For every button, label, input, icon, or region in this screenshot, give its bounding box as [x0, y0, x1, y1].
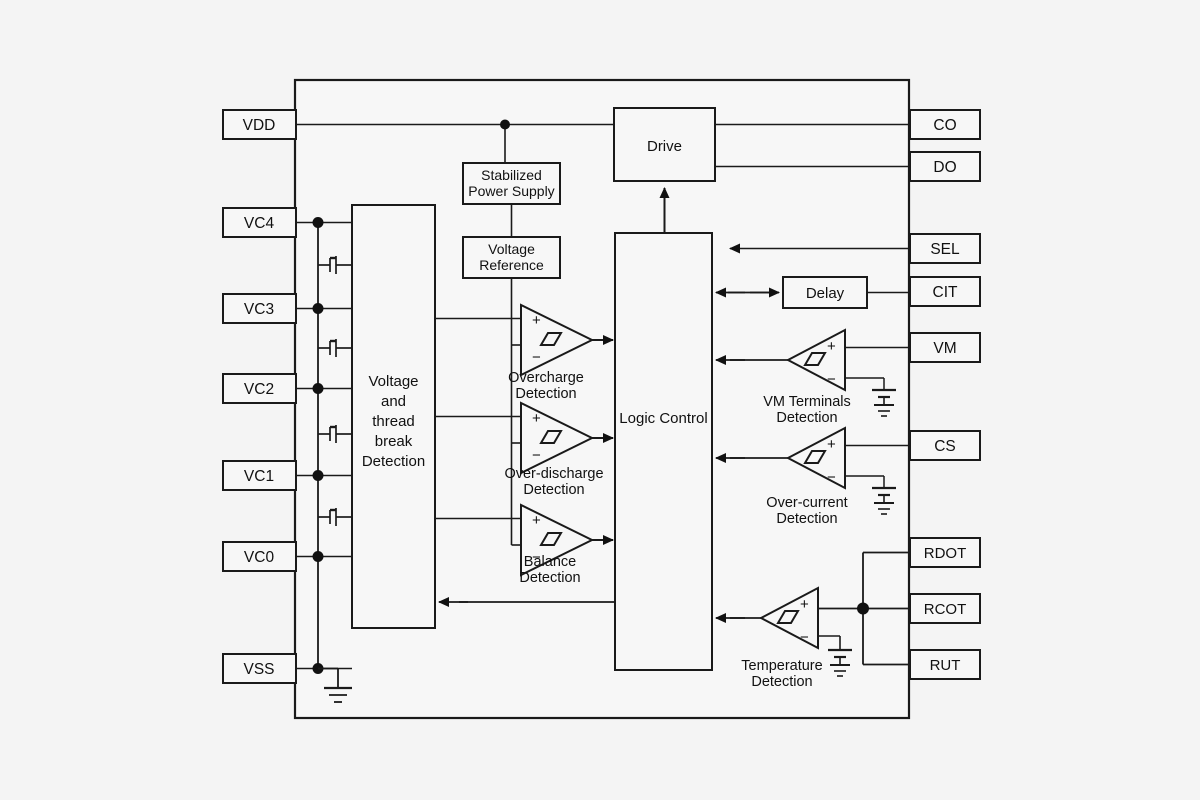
junction-dot-vdd	[500, 119, 510, 130]
comparator-overcharge-minus: −	[532, 349, 541, 366]
pin-vss-label: VSS	[243, 661, 274, 678]
pin-co[interactable]: CO	[909, 109, 981, 140]
block-drive[interactable]: Drive	[613, 107, 716, 182]
comparator-balance-line2: Detection	[519, 570, 580, 586]
pin-do-label: DO	[933, 159, 956, 176]
diagram-canvas: VDD VC4 VC3 VC2 VC1 VC0 VSS CO DO SEL CI…	[0, 0, 1200, 800]
pin-sel-label: SEL	[930, 241, 960, 258]
block-logic-control[interactable]: Logic Control	[614, 232, 713, 671]
pin-rdot-label: RDOT	[924, 545, 967, 562]
comparator-vm-minus: −	[827, 371, 836, 388]
junction-dot-vc2	[312, 383, 324, 394]
pin-vc0-label: VC0	[244, 549, 275, 566]
pin-rcot-label: RCOT	[924, 601, 967, 618]
comparator-temp-plus: +	[800, 596, 809, 613]
junction-dot-vc0	[312, 551, 324, 562]
pin-rdot[interactable]: RDOT	[909, 537, 981, 568]
pin-rut[interactable]: RUT	[909, 649, 981, 680]
block-voltage-thread-break-line5: Detection	[362, 453, 425, 470]
pin-rcot[interactable]: RCOT	[909, 593, 981, 624]
junction-dot-thermistor	[857, 602, 869, 615]
comparator-temp-line2: Detection	[751, 674, 812, 690]
block-voltage-thread-break-line2: and	[381, 393, 406, 410]
block-voltage-reference[interactable]: Voltage Reference	[462, 236, 561, 279]
pin-vc0[interactable]: VC0	[222, 541, 297, 572]
pin-rut-label: RUT	[930, 657, 961, 674]
comparator-temp-minus: −	[800, 629, 809, 646]
comparator-oc-plus: +	[827, 436, 836, 453]
pin-vc3-label: VC3	[244, 301, 274, 318]
block-sps-line1: Stabilized	[481, 167, 542, 183]
pin-do[interactable]: DO	[909, 151, 981, 182]
pin-vc4[interactable]: VC4	[222, 207, 297, 238]
pin-co-label: CO	[933, 117, 956, 134]
block-voltage-thread-break-line3: thread	[372, 413, 415, 430]
junction-dot-vc1	[312, 470, 324, 481]
junction-dot-vc3	[312, 303, 324, 314]
pin-vc2[interactable]: VC2	[222, 373, 297, 404]
block-drive-label: Drive	[647, 138, 682, 155]
pin-cit-label: CIT	[933, 284, 959, 301]
comparator-overcharge-plus: +	[532, 312, 541, 329]
comparator-vm-plus: +	[827, 338, 836, 355]
comparator-over-discharge-plus: +	[532, 410, 541, 427]
pin-cit[interactable]: CIT	[909, 276, 981, 307]
block-delay-label: Delay	[806, 285, 845, 302]
pin-cs[interactable]: CS	[909, 430, 981, 461]
comparator-balance-plus: +	[532, 512, 541, 529]
pin-vss[interactable]: VSS	[222, 653, 297, 684]
block-vref-line2: Reference	[479, 257, 544, 273]
comparator-over-discharge-line2: Detection	[523, 482, 584, 498]
block-voltage-thread-break-line4: break	[375, 433, 413, 450]
pin-vc3[interactable]: VC3	[222, 293, 297, 324]
pin-cs-label: CS	[934, 438, 956, 455]
comparator-overcharge-line2: Detection	[515, 386, 576, 402]
block-voltage-thread-break-line1: Voltage	[368, 373, 418, 390]
comparator-over-discharge-line1: Over-discharge	[504, 466, 603, 482]
pin-sel[interactable]: SEL	[909, 233, 981, 264]
comparator-balance-line1: Balance	[524, 554, 576, 570]
pin-vc1[interactable]: VC1	[222, 460, 297, 491]
comparator-vm-line1: VM Terminals	[763, 394, 851, 410]
pin-vdd-label: VDD	[243, 117, 276, 134]
block-sps-line2: Power Supply	[468, 183, 554, 199]
pin-vc4-label: VC4	[244, 215, 275, 232]
block-voltage-thread-break[interactable]: Voltage and thread break Detection	[351, 204, 436, 629]
comparator-oc-line1: Over-current	[766, 495, 847, 511]
comparator-oc-minus: −	[827, 469, 836, 486]
comparator-temp-line1: Temperature	[741, 658, 822, 674]
pin-vdd[interactable]: VDD	[222, 109, 297, 140]
comparator-over-discharge-minus: −	[532, 447, 541, 464]
block-delay[interactable]: Delay	[782, 276, 868, 309]
comparator-oc-line2: Detection	[776, 511, 837, 527]
block-logic-control-label: Logic Control	[619, 410, 707, 427]
block-stabilized-power-supply[interactable]: Stabilized Power Supply	[462, 162, 561, 205]
comparator-overcharge-line1: Overcharge	[508, 370, 584, 386]
block-diagram-svg: VDD VC4 VC3 VC2 VC1 VC0 VSS CO DO SEL CI…	[0, 0, 1200, 800]
junction-dot-vc4	[312, 217, 324, 228]
pin-vc2-label: VC2	[244, 381, 274, 398]
pin-vm-label: VM	[933, 340, 956, 357]
pin-vc1-label: VC1	[244, 468, 274, 485]
block-vref-line1: Voltage	[488, 241, 535, 257]
comparator-vm-line2: Detection	[776, 410, 837, 426]
pin-vm[interactable]: VM	[909, 332, 981, 363]
